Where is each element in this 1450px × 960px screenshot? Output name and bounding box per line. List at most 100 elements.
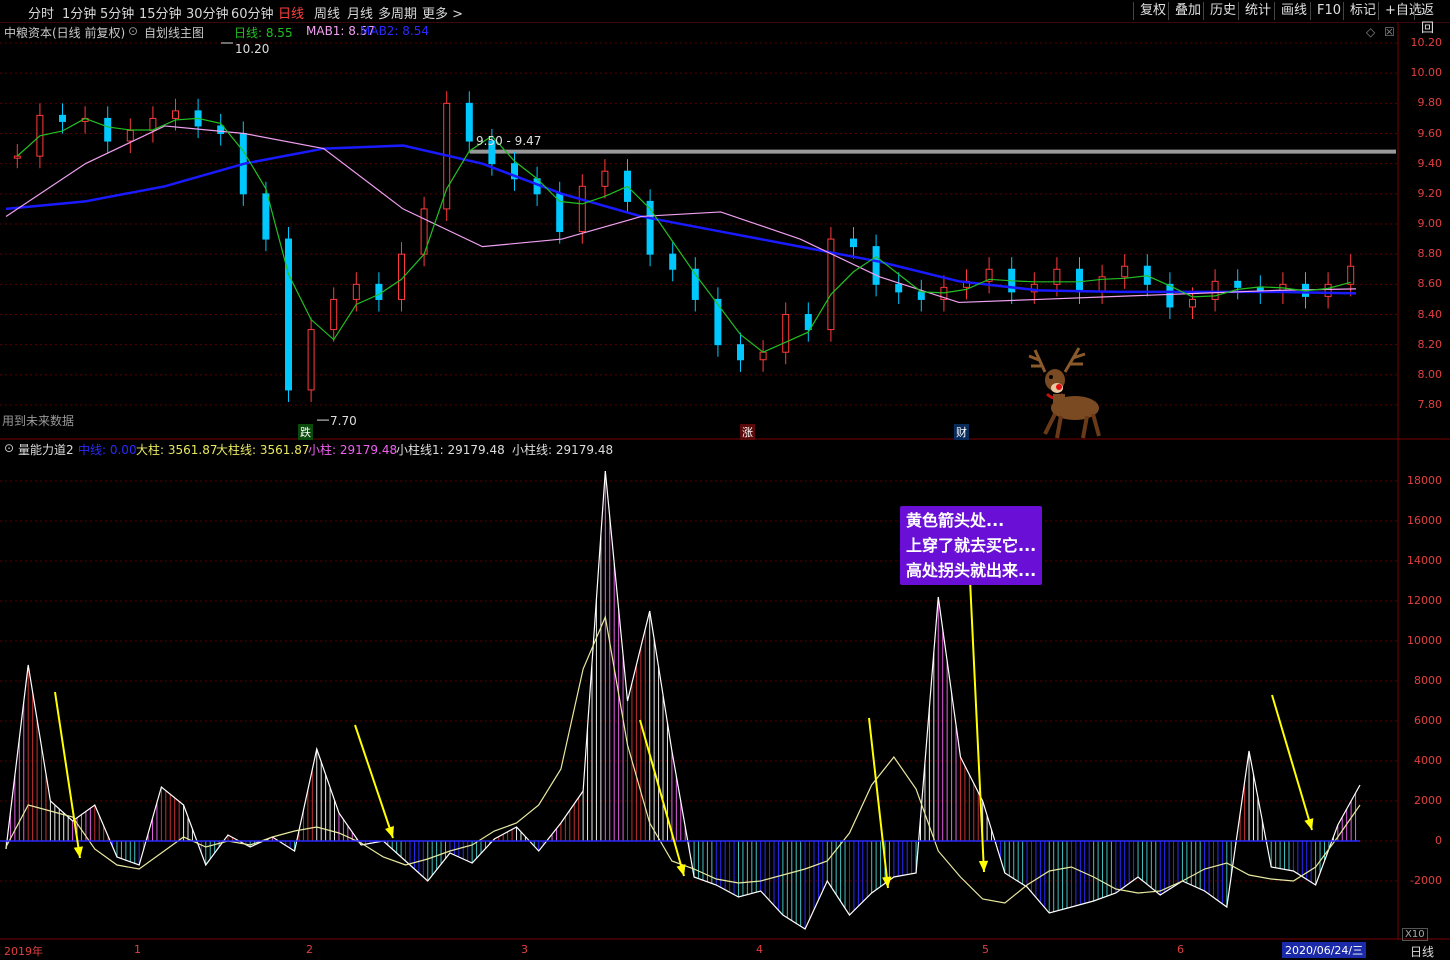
price-tick-label: 9.80 — [1417, 96, 1443, 110]
period-tab-3[interactable]: 15分钟 — [139, 3, 182, 22]
period-tab-6[interactable]: 日线 — [278, 3, 304, 22]
xiaozhuxian1-label: 小柱线1: 29179.48 — [396, 443, 505, 457]
period-tab-9[interactable]: 多周期 — [378, 3, 417, 22]
high-marker-label: 10.20 — [235, 42, 270, 56]
annotation-line-3: 高处拐头就出来... — [906, 561, 1037, 580]
period-tab-4[interactable]: 30分钟 — [186, 3, 229, 22]
toolbar-button-8[interactable]: 返回 — [1414, 2, 1450, 36]
month-label: 4 — [756, 943, 763, 956]
candle-body — [714, 298, 722, 346]
annotation-line-2: 上穿了就去买它... — [906, 536, 1037, 555]
yellow-arrow — [54, 691, 81, 859]
candle-body — [1211, 280, 1219, 300]
price-tick-label: 7.80 — [1417, 398, 1443, 411]
candle-body — [465, 102, 473, 142]
indicator-icon[interactable]: ⊙ — [4, 441, 14, 455]
vol-tick-label: 4000 — [1414, 754, 1442, 767]
price-tick-label: 10.00 — [1410, 66, 1443, 80]
future-data-note: 用到未来数据 — [2, 414, 75, 428]
indicator-name[interactable]: 量能力道2 — [18, 441, 74, 458]
yellow-arrowhead — [676, 864, 686, 876]
tag-die[interactable]: 跌 — [298, 424, 313, 440]
toolbar-button-2[interactable]: 历史 — [1203, 2, 1242, 20]
hline-label: 9.50 - 9.47 — [476, 134, 542, 148]
toolbar-button-3[interactable]: 统计 — [1238, 2, 1277, 20]
candle-body — [804, 314, 812, 331]
price-tick-label: 8.00 — [1417, 367, 1443, 381]
vol-tick-label: 12000 — [1407, 594, 1442, 607]
yellow-arrowhead — [882, 876, 892, 888]
price-tick-label: 8.80 — [1417, 247, 1443, 261]
candle-body — [1121, 265, 1129, 278]
reindeer-sticker — [1028, 347, 1101, 439]
toolbar-button-1[interactable]: 叠加 — [1168, 2, 1207, 20]
period-label[interactable]: 日线 — [1410, 943, 1434, 960]
vol-tick-label: 18000 — [1407, 474, 1442, 487]
period-tab-7[interactable]: 周线 — [314, 3, 340, 22]
candle-body — [872, 246, 880, 285]
chart-settings-icon[interactable]: ⊙ — [128, 24, 138, 38]
tag-zhang[interactable]: 涨 — [740, 424, 755, 440]
candle-body — [307, 329, 315, 391]
candle-body — [1347, 265, 1355, 285]
tag-cai[interactable]: 财 — [954, 424, 969, 440]
price-tick-label: 8.20 — [1417, 337, 1443, 351]
stock-label: 中粮资本(日线 前复权) — [4, 26, 126, 40]
period-tab-2[interactable]: 5分钟 — [100, 3, 134, 22]
vol-tick-label: -2000 — [1410, 874, 1442, 887]
candle-body — [917, 291, 925, 300]
candle-body — [850, 238, 857, 248]
annotation-box: 黄色箭头处... 上穿了就去买它... 高处拐头就出来... — [900, 506, 1043, 585]
zhongxian-label: 中线: 0.00 — [78, 443, 137, 457]
price-tick-label: 9.40 — [1417, 156, 1443, 170]
volume-power-chart[interactable] — [0, 440, 1450, 940]
price-tick-label: 8.40 — [1417, 307, 1443, 321]
low-marker-label: 7.70 — [330, 414, 357, 428]
month-label: 3 — [521, 943, 528, 956]
price-tick-label: 10.20 — [1410, 36, 1443, 49]
candle-body — [262, 193, 270, 240]
vol-tick-label: 2000 — [1414, 794, 1442, 807]
candle-body — [601, 170, 609, 187]
candle-body — [330, 298, 338, 331]
close-icon[interactable]: ☒ — [1384, 25, 1395, 39]
dazhuxian-label: 大柱线: 3561.87 — [216, 443, 310, 457]
toolbar-button-4[interactable]: 画线 — [1274, 2, 1313, 20]
candle-body — [352, 283, 360, 300]
period-tab-1[interactable]: 1分钟 — [62, 3, 96, 22]
price-tick-label: 9.00 — [1417, 217, 1443, 230]
month-label: 1 — [134, 943, 141, 956]
period-tab-10[interactable]: 更多 > — [422, 3, 463, 22]
candle-body — [104, 117, 112, 142]
price-tick-label: 8.60 — [1417, 277, 1443, 291]
candle-body — [1234, 280, 1242, 288]
diamond-icon[interactable]: ◇ — [1366, 25, 1375, 39]
candle-body — [1076, 268, 1083, 293]
candle-body — [1189, 298, 1196, 308]
period-tab-5[interactable]: 60分钟 — [231, 3, 274, 22]
annotation-line-1: 黄色箭头处... — [906, 511, 1005, 530]
chart-name[interactable]: 自划线主图 — [144, 24, 204, 41]
period-tab-0[interactable]: 分时 — [28, 3, 54, 22]
vol-tick-label: 8000 — [1414, 674, 1442, 687]
vol-tick-label: 6000 — [1414, 714, 1442, 727]
mab2-label: MAB2: 8.54 — [360, 24, 430, 38]
candle-body — [59, 114, 66, 122]
candle-body — [1324, 283, 1332, 297]
candle-body — [13, 155, 21, 159]
date-cursor-box: 2020/06/24/三 — [1282, 942, 1367, 958]
toolbar-button-6[interactable]: 标记 — [1343, 2, 1382, 20]
month-label: 2 — [306, 943, 313, 956]
dazhu-label: 大柱: 3561.87 — [136, 443, 218, 457]
vol-tick-label: 14000 — [1407, 554, 1442, 567]
toolbar-button-0[interactable]: 复权 — [1133, 2, 1172, 20]
price-chart[interactable] — [0, 22, 1450, 440]
toolbar-button-5[interactable]: F10 — [1310, 2, 1347, 20]
candle-body — [895, 283, 903, 293]
period-tab-8[interactable]: 月线 — [347, 3, 373, 22]
candle-body — [217, 125, 225, 135]
price-tick-label: 9.60 — [1417, 126, 1443, 140]
candle-body — [172, 110, 179, 119]
x10-badge[interactable]: X10 — [1402, 928, 1428, 941]
price-tick-label: 9.20 — [1417, 186, 1443, 200]
